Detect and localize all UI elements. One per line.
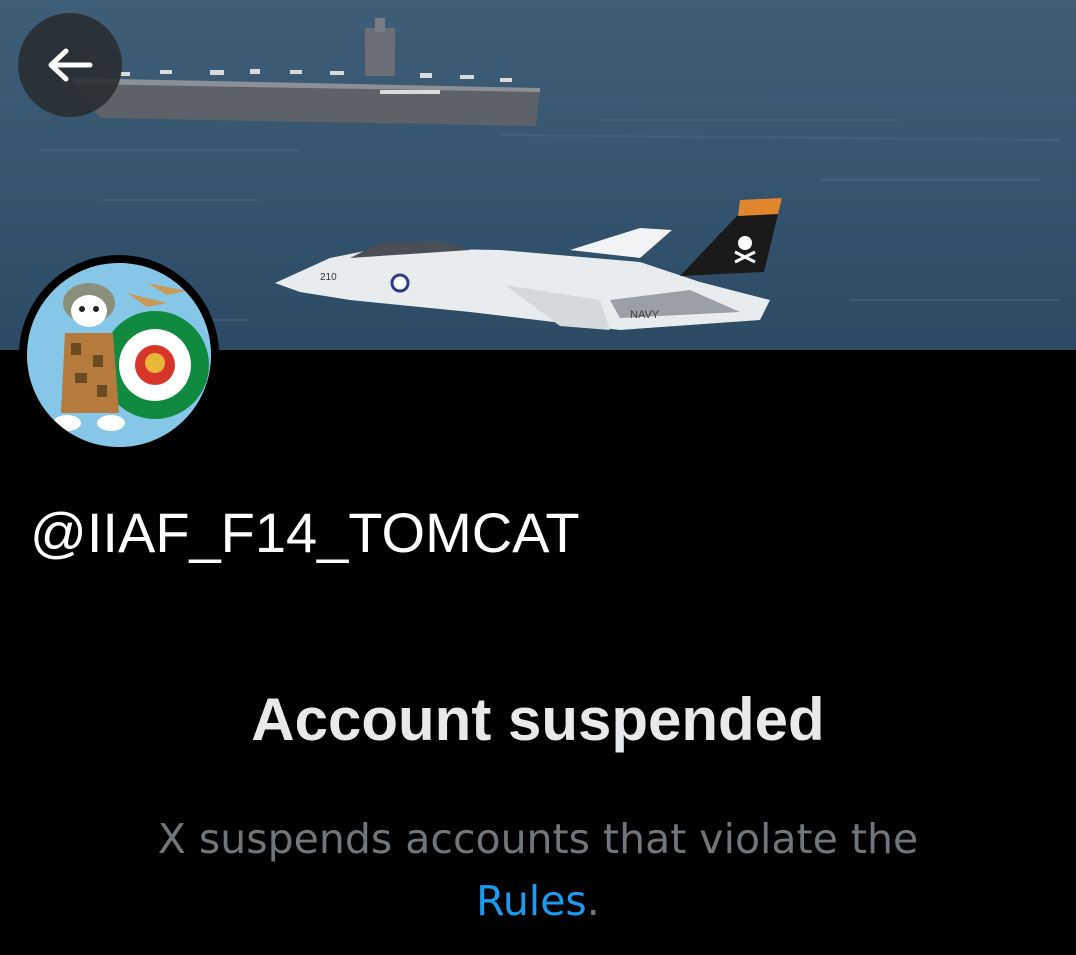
suspended-message-rules-line: Rules. — [0, 870, 1076, 932]
arrow-left-icon — [48, 48, 93, 82]
suspended-message: X suspends accounts that violate the Rul… — [0, 808, 1076, 932]
suspended-title: Account suspended — [251, 686, 825, 753]
jet-navy-label: NAVY — [630, 309, 660, 321]
profile-avatar[interactable] — [19, 255, 219, 455]
profile-page: 210 NAVY @IIAF_F14_TOMCAT Account suspen… — [0, 0, 1076, 955]
profile-handle: @IIAF_F14_TOMCAT — [30, 501, 580, 564]
rules-period: . — [586, 877, 600, 925]
back-button[interactable] — [18, 13, 122, 117]
suspended-message-line: X suspends accounts that violate the — [157, 815, 919, 863]
avatar-image — [27, 263, 211, 447]
rules-link[interactable]: Rules — [476, 877, 587, 925]
jet-tail-number: 210 — [320, 272, 337, 283]
